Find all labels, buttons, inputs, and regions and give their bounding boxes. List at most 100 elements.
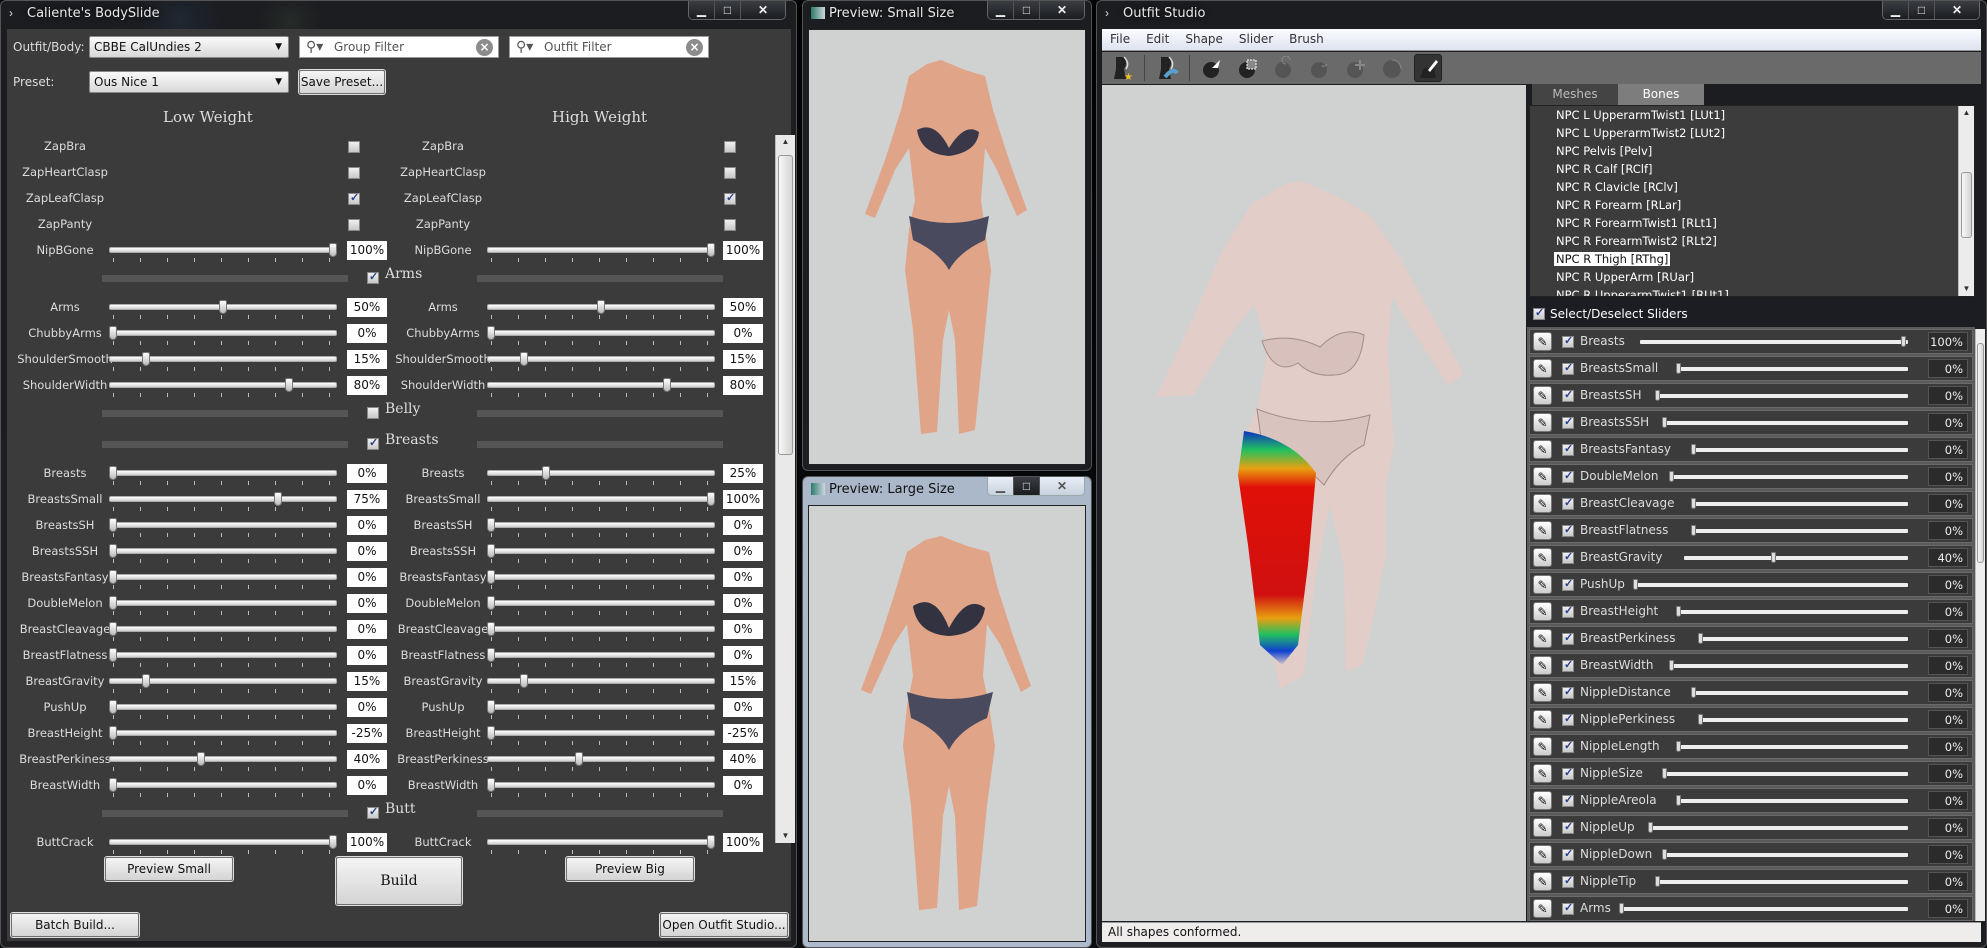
slider-thumb-low[interactable] bbox=[109, 622, 117, 636]
slider-value-low[interactable]: 100% bbox=[347, 833, 387, 852]
slider-value-low[interactable]: 0% bbox=[347, 620, 387, 639]
edit-slider-pencil-icon[interactable]: ✎ bbox=[1533, 899, 1552, 918]
bone-item[interactable]: NPC R UpperarmTwist1 [RUt1] bbox=[1530, 286, 1974, 296]
bone-list-scrollbar[interactable]: ▲ ▼ bbox=[1958, 106, 1974, 296]
shape-slider-value[interactable]: 0% bbox=[1928, 791, 1968, 810]
slider-thumb-high[interactable] bbox=[707, 243, 715, 257]
minimize-button[interactable]: ▁ bbox=[988, 1, 1014, 19]
slider-enable-checkbox[interactable] bbox=[1562, 685, 1574, 699]
slider-thumb-low[interactable] bbox=[142, 352, 150, 366]
shape-slider-value[interactable]: 0% bbox=[1928, 872, 1968, 891]
edit-slider-pencil-icon[interactable]: ✎ bbox=[1533, 521, 1552, 540]
zap-checkbox-high[interactable] bbox=[724, 141, 736, 153]
slider-value-high[interactable]: 100% bbox=[723, 241, 763, 260]
shape-slider-value[interactable]: 0% bbox=[1928, 494, 1968, 513]
slider-enable-checkbox[interactable] bbox=[1562, 793, 1574, 807]
zap-checkbox-high[interactable] bbox=[724, 219, 736, 231]
slider-thumb-high[interactable] bbox=[487, 726, 495, 740]
shape-slider-thumb[interactable] bbox=[1690, 525, 1696, 536]
section-checkbox[interactable] bbox=[367, 407, 379, 419]
slider-track-high[interactable] bbox=[487, 522, 715, 528]
shape-slider-scrollbar[interactable] bbox=[1975, 329, 1985, 921]
slider-value-low[interactable]: 0% bbox=[347, 776, 387, 795]
shape-slider-value[interactable]: 0% bbox=[1928, 656, 1968, 675]
slider-track-low[interactable] bbox=[109, 652, 337, 658]
edit-slider-pencil-icon[interactable]: ✎ bbox=[1533, 575, 1552, 594]
slider-track-low[interactable] bbox=[109, 496, 337, 502]
slider-track-high[interactable] bbox=[487, 600, 715, 606]
bone-item[interactable]: NPC R Calf [RClf] bbox=[1530, 160, 1974, 178]
shape-slider-thumb[interactable] bbox=[1662, 768, 1667, 779]
shape-slider-value[interactable]: 0% bbox=[1928, 359, 1968, 378]
shape-slider-thumb[interactable] bbox=[1669, 471, 1675, 482]
scroll-thumb[interactable] bbox=[1977, 343, 1984, 563]
slider-track-low[interactable] bbox=[109, 330, 337, 336]
shape-slider-value[interactable]: 0% bbox=[1928, 386, 1968, 405]
preview-small-button[interactable]: Preview Small bbox=[105, 857, 233, 881]
slider-value-high[interactable]: 0% bbox=[723, 620, 763, 639]
shape-slider-track[interactable] bbox=[1662, 421, 1908, 425]
slider-thumb-high[interactable] bbox=[707, 492, 715, 506]
edit-slider-pencil-icon[interactable]: ✎ bbox=[1533, 359, 1552, 378]
mask-brush-icon[interactable] bbox=[1234, 54, 1262, 82]
slider-thumb-high[interactable] bbox=[487, 570, 495, 584]
close-button[interactable]: ✕ bbox=[1935, 1, 1979, 19]
slider-track-low[interactable] bbox=[109, 600, 337, 606]
slider-track-high[interactable] bbox=[487, 782, 715, 788]
open-outfit-studio-button[interactable]: Open Outfit Studio... bbox=[660, 913, 788, 937]
outfit-filter-input[interactable]: ⚲▾ Outfit Filter × bbox=[509, 36, 709, 58]
menu-file[interactable]: File bbox=[1102, 29, 1138, 50]
shape-slider-thumb[interactable] bbox=[1690, 444, 1696, 455]
shape-slider-thumb[interactable] bbox=[1676, 795, 1682, 806]
select-deselect-checkbox[interactable] bbox=[1533, 306, 1545, 320]
slider-track-high[interactable] bbox=[487, 496, 715, 502]
shape-slider-thumb[interactable] bbox=[1662, 417, 1667, 428]
shape-slider-track[interactable] bbox=[1676, 610, 1908, 614]
shape-slider-thumb[interactable] bbox=[1618, 903, 1624, 914]
select-brush-icon[interactable] bbox=[1198, 54, 1226, 82]
edit-slider-pencil-icon[interactable]: ✎ bbox=[1533, 656, 1552, 675]
slider-value-high[interactable]: 40% bbox=[723, 750, 763, 769]
deflate-brush-icon[interactable] bbox=[1306, 54, 1334, 82]
preview-large-titlebar[interactable]: Preview: Large Size ▁ □ ✕ bbox=[803, 477, 1091, 503]
shape-slider-track[interactable] bbox=[1690, 448, 1908, 452]
section-checkbox[interactable] bbox=[367, 270, 379, 284]
zap-checkbox-low[interactable] bbox=[348, 167, 360, 179]
group-filter-input[interactable]: ⚲▾ Group Filter × bbox=[299, 36, 499, 58]
shape-slider-track[interactable] bbox=[1633, 583, 1908, 587]
bone-item[interactable]: NPC R Clavicle [RClv] bbox=[1530, 178, 1974, 196]
slider-enable-checkbox[interactable] bbox=[1562, 415, 1574, 429]
shape-slider-thumb[interactable] bbox=[1690, 498, 1696, 509]
bone-item[interactable]: NPC Pelvis [Pelv] bbox=[1530, 142, 1974, 160]
edit-slider-pencil-icon[interactable]: ✎ bbox=[1533, 386, 1552, 405]
scroll-up-icon[interactable]: ▲ bbox=[776, 135, 795, 149]
edit-slider-pencil-icon[interactable]: ✎ bbox=[1533, 494, 1552, 513]
slider-track-low[interactable] bbox=[109, 782, 337, 788]
slider-track-high[interactable] bbox=[487, 382, 715, 388]
clear-icon[interactable]: × bbox=[686, 39, 703, 56]
slider-value-high[interactable]: 50% bbox=[723, 298, 763, 317]
slider-value-high[interactable]: 25% bbox=[723, 464, 763, 483]
slider-track-low[interactable] bbox=[109, 548, 337, 554]
slider-thumb-high[interactable] bbox=[597, 300, 605, 314]
scroll-down-icon[interactable]: ▼ bbox=[1959, 282, 1974, 296]
slider-thumb-low[interactable] bbox=[285, 378, 293, 392]
slider-track-low[interactable] bbox=[109, 382, 337, 388]
slider-enable-checkbox[interactable] bbox=[1562, 874, 1574, 888]
shape-slider-thumb[interactable] bbox=[1676, 363, 1682, 374]
slider-thumb-high[interactable] bbox=[487, 700, 495, 714]
bone-item[interactable]: NPC R UpperArm [RUar] bbox=[1530, 268, 1974, 286]
shape-slider-track[interactable] bbox=[1669, 664, 1908, 668]
edit-slider-pencil-icon[interactable]: ✎ bbox=[1533, 845, 1552, 864]
shape-slider-value[interactable]: 0% bbox=[1928, 818, 1968, 837]
bone-item[interactable]: NPC R Thigh [RThg] bbox=[1530, 250, 1974, 268]
slider-track-low[interactable] bbox=[109, 470, 337, 476]
inflate-brush-icon[interactable] bbox=[1270, 54, 1298, 82]
edit-slider-pencil-icon[interactable]: ✎ bbox=[1533, 467, 1552, 486]
slider-thumb-low[interactable] bbox=[109, 596, 117, 610]
shape-slider-value[interactable]: 0% bbox=[1928, 737, 1968, 756]
preview-small-titlebar[interactable]: Preview: Small Size ▁ □ ✕ bbox=[803, 1, 1091, 27]
slider-value-high[interactable]: 80% bbox=[723, 376, 763, 395]
slider-track-low[interactable] bbox=[109, 247, 337, 253]
slider-enable-checkbox[interactable] bbox=[1562, 550, 1574, 564]
